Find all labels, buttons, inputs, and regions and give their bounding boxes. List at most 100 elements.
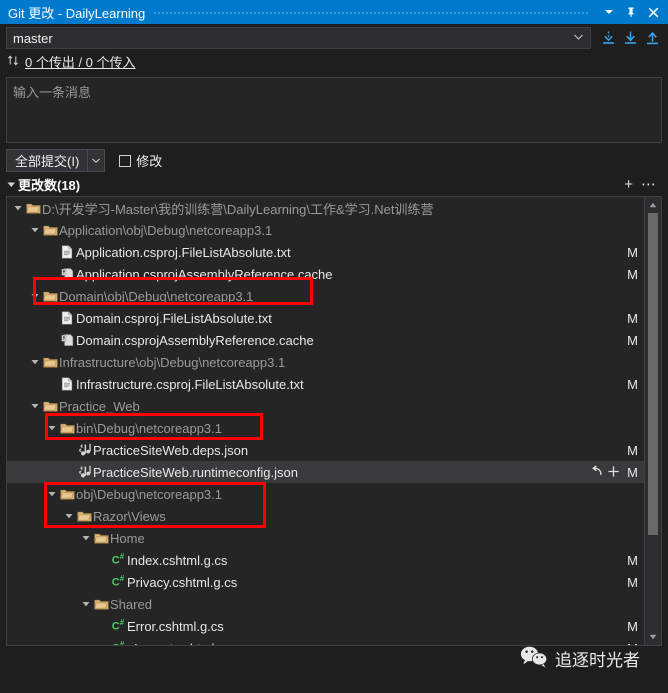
tree-folder-label: Home [110,530,145,546]
tree-row[interactable]: bin\Debug\netcoreapp3.1 [7,417,644,439]
pin-icon[interactable] [620,1,642,23]
tree-file-label: Domain.csproj.FileListAbsolute.txt [76,310,272,326]
tree-folder-label: Application\obj\Debug\netcoreapp3.1 [59,222,273,238]
amend-label: 修改 [136,154,163,169]
scroll-up-arrow-icon[interactable] [645,197,661,213]
folder-icon [75,510,93,523]
tree-row[interactable]: PracticeSiteWeb.deps.json M [7,439,644,461]
commit-all-button[interactable]: 全部提交(I) [6,149,89,172]
tree-row[interactable]: PracticeSiteWeb.runtimeconfig.json M [7,461,644,483]
tree-row[interactable]: Domain\obj\Debug\netcoreapp3.1 [7,285,644,307]
branch-selector[interactable]: master [6,27,591,49]
tree-expander-icon[interactable] [45,424,58,432]
tree-expander-icon[interactable] [28,402,41,410]
tree-row[interactable]: Application.csprojAssemblyReference.cach… [7,263,644,285]
tree-row[interactable]: Home [7,527,644,549]
folder-icon [41,224,59,237]
file-status-badge: M [627,376,638,392]
file-status-badge: M [627,442,638,458]
tree-expander-icon[interactable] [28,358,41,366]
tree-folder-label: Infrastructure\obj\Debug\netcoreapp3.1 [59,354,286,370]
tree-row[interactable]: C# Privacy.cshtml.g.cs M [7,571,644,593]
file-status-badge: M [627,464,638,480]
tree-file-label: PracticeSiteWeb.deps.json [93,442,249,458]
file-status-badge: M [627,244,638,260]
folder-icon [92,532,110,545]
folder-icon [58,488,76,501]
pull-icon[interactable] [622,29,638,47]
tree-expander-icon[interactable] [79,600,92,608]
cache-file-icon [58,267,76,281]
tree-row[interactable]: C#_Layout.cshtml.g.csM [7,637,644,646]
add-icon[interactable]: + [620,177,637,192]
tree-row[interactable]: Shared [7,593,644,615]
more-options-icon[interactable]: ⋯ [637,177,660,192]
tree-expander-icon[interactable] [28,292,41,300]
text-file-icon [58,311,76,325]
section-expander-icon[interactable] [4,180,18,189]
tree-file-label: Privacy.cshtml.g.cs [127,574,238,590]
stage-plus-icon[interactable] [607,465,620,480]
file-status-badge: M [627,310,638,326]
text-file-icon [58,245,76,259]
csharp-file-icon: C# [111,574,125,589]
tree-row[interactable]: Practice_Web [7,395,644,417]
changes-section-header: 更改数(18) + ⋯ [0,173,668,196]
tree-row[interactable]: Razor\Views [7,505,644,527]
wechat-watermark: 追逐时光者 [520,645,640,671]
tree-row[interactable]: Infrastructure.csproj.FileListAbsolute.t… [7,373,644,395]
chevron-down-icon[interactable] [598,1,620,23]
undo-icon[interactable] [590,464,603,480]
close-icon[interactable] [642,1,664,23]
csharp-file-icon: C# [111,618,125,633]
commit-actions-row: 全部提交(I) 修改 [0,143,668,173]
tree-row[interactable]: C# Error.cshtml.g.cs M [7,615,644,637]
tree-row[interactable]: obj\Debug\netcoreapp3.1 [7,483,644,505]
row-action-buttons [590,464,620,480]
tree-rows-container[interactable]: D:\开发学习-Master\我的训练营\DailyLearning\工作&学习… [7,197,644,645]
tree-folder-label: Shared [110,596,152,612]
changes-count-label: 更改数(18) [18,178,81,193]
tree-vertical-scrollbar[interactable] [644,197,661,645]
tree-expander-icon[interactable] [11,204,24,212]
tree-file-label: Infrastructure.csproj.FileListAbsolute.t… [76,376,304,392]
outgoing-incoming-row: 0 个传出 / 0 个传入 [0,50,668,72]
tree-file-label: _Layout.cshtml.g.cs [127,641,242,646]
fetch-icon[interactable] [600,29,616,47]
tree-expander-icon[interactable] [28,226,41,234]
scrollbar-thumb[interactable] [648,213,658,535]
tree-expander-icon[interactable] [45,490,58,498]
chevron-down-icon[interactable] [574,34,583,42]
tree-row[interactable]: C# Index.cshtml.g.cs M [7,549,644,571]
outgoing-incoming-link[interactable]: 0 个传出 / 0 个传入 [25,52,136,71]
tree-file-label: Domain.csprojAssemblyReference.cache [76,332,314,348]
scroll-down-arrow-icon[interactable] [645,629,661,645]
tree-row[interactable]: Domain.csproj.FileListAbsolute.txt M [7,307,644,329]
tree-row[interactable]: Infrastructure\obj\Debug\netcoreapp3.1 [7,351,644,373]
window-titlebar: Git 更改 - DailyLearning [0,0,668,24]
tree-row[interactable]: Domain.csprojAssemblyReference.cache M [7,329,644,351]
text-file-icon [58,377,76,391]
folder-icon [41,356,59,369]
changes-file-tree: D:\开发学习-Master\我的训练营\DailyLearning\工作&学习… [6,196,662,646]
tree-row[interactable]: D:\开发学习-Master\我的训练营\DailyLearning\工作&学习… [7,197,644,219]
tree-folder-label: obj\Debug\netcoreapp3.1 [76,486,223,502]
csharp-file-icon: C# [112,640,125,645]
file-status-badge: M [627,618,638,634]
commit-dropdown-button[interactable] [88,149,106,172]
commit-message-input[interactable]: 输入一条消息 [6,77,662,143]
tree-folder-label: Domain\obj\Debug\netcoreapp3.1 [59,288,254,304]
json-file-icon [75,465,93,479]
tree-file-label: Index.cshtml.g.cs [127,552,228,568]
amend-checkbox[interactable] [119,154,132,167]
tree-expander-icon[interactable] [62,512,75,520]
tree-row[interactable]: Application.csproj.FileListAbsolute.txt M [7,241,644,263]
file-status-badge: M [627,332,638,348]
folder-icon [24,202,42,215]
amend-option[interactable]: 修改 [119,151,162,170]
tree-folder-label: Practice_Web [59,398,140,414]
push-icon[interactable] [644,29,660,47]
tree-row[interactable]: Application\obj\Debug\netcoreapp3.1 [7,219,644,241]
tree-expander-icon[interactable] [79,534,92,542]
wechat-icon [520,645,548,671]
